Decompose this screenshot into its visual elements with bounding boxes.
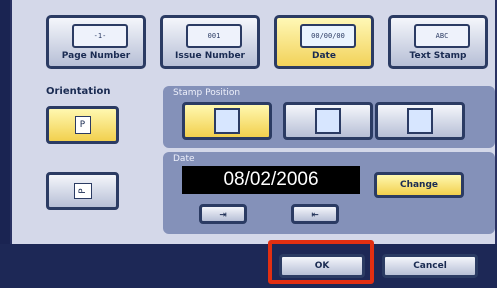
stamp-position-group: Stamp Position: [163, 86, 495, 148]
text-stamp-icon: ABC: [414, 24, 470, 48]
tab-label: Issue Number: [174, 51, 245, 61]
date-group: Date 08/02/2006 Change ⇥ ⇤: [163, 152, 495, 234]
date-display: 08/02/2006: [182, 166, 360, 194]
page-number-icon: -1-: [72, 24, 128, 48]
stamp-type-tabs: -1- Page Number 001 Issue Number 00/00/0…: [46, 15, 494, 69]
move-left-arrow-button[interactable]: ⇤: [291, 204, 339, 224]
position-left-icon: [214, 108, 240, 134]
change-date-button[interactable]: Change: [374, 172, 464, 198]
stamp-position-center-button[interactable]: [283, 102, 373, 140]
tab-label: Text Stamp: [409, 51, 467, 61]
tab-label: Date: [312, 51, 336, 61]
panel-content: -1- Page Number 001 Issue Number 00/00/0…: [10, 0, 497, 244]
landscape-icon: P: [73, 183, 92, 199]
stamp-settings-panel: -1- Page Number 001 Issue Number 00/00/0…: [0, 0, 497, 288]
tab-page-number[interactable]: -1- Page Number: [46, 15, 146, 69]
cancel-button[interactable]: Cancel: [382, 254, 478, 278]
portrait-icon: P: [74, 116, 91, 134]
footer-bar: OK Cancel: [0, 244, 497, 288]
date-label: Date: [173, 154, 195, 164]
position-center-icon: [315, 108, 341, 134]
position-right-icon: [407, 108, 433, 134]
stamp-position-left-button[interactable]: [182, 102, 272, 140]
date-icon: 00/00/00: [300, 24, 356, 48]
ok-highlight-box: [268, 240, 374, 284]
orientation-label: Orientation: [46, 86, 111, 97]
tab-issue-number[interactable]: 001 Issue Number: [160, 15, 260, 69]
orientation-portrait-button[interactable]: P: [46, 106, 119, 144]
tab-date[interactable]: 00/00/00 Date: [274, 15, 374, 69]
tab-text-stamp[interactable]: ABC Text Stamp: [388, 15, 488, 69]
stamp-position-label: Stamp Position: [173, 88, 241, 98]
issue-number-icon: 001: [186, 24, 242, 48]
tab-label: Page Number: [61, 51, 131, 61]
orientation-landscape-button[interactable]: P: [46, 172, 119, 210]
stamp-position-right-button[interactable]: [375, 102, 465, 140]
move-right-arrow-button[interactable]: ⇥: [199, 204, 247, 224]
